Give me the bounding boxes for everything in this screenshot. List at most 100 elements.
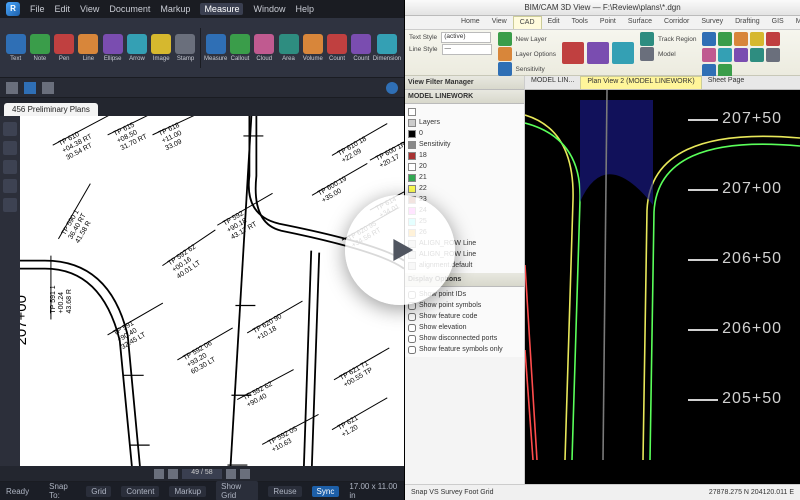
snap-sync[interactable]: Sync: [312, 486, 340, 497]
menu-help[interactable]: Help: [295, 4, 314, 14]
ribbon-tab-view[interactable]: View: [486, 16, 513, 29]
ribbon-tab-survey[interactable]: Survey: [695, 16, 729, 29]
rb-tool-2-icon[interactable]: [718, 32, 732, 46]
rb-tool-7-icon[interactable]: [718, 48, 732, 62]
view-tab[interactable]: MODEL LIN...: [525, 76, 580, 89]
ribbon-tab-home[interactable]: Home: [455, 16, 486, 29]
snap-grid[interactable]: Grid: [86, 486, 111, 497]
layer-item[interactable]: [408, 106, 521, 117]
model-icon[interactable]: [640, 47, 654, 61]
align-left-icon[interactable]: [6, 82, 18, 94]
ribbon-volume-button[interactable]: Volume: [301, 28, 324, 68]
layers-panel-header[interactable]: MODEL LINEWORK: [405, 90, 524, 104]
ribbon-tab-map[interactable]: Map: [790, 16, 800, 29]
rb-tool-8-icon[interactable]: [734, 48, 748, 62]
ribbon-tab-point[interactable]: Point: [594, 16, 622, 29]
ribbon-count-button[interactable]: Count: [350, 28, 373, 68]
layer-item[interactable]: Sensitivity: [408, 139, 521, 150]
ribbon-tab-gis[interactable]: GIS: [766, 16, 790, 29]
text-style-combo[interactable]: (active): [441, 32, 491, 43]
rb-tool-10-icon[interactable]: [766, 48, 780, 62]
left-document-canvas[interactable]: TP 610+04.38 RT30.54 RTTP 615+08.5031.70…: [20, 116, 404, 466]
display-option[interactable]: Show feature symbols only: [408, 344, 521, 355]
strip-thumb-icon[interactable]: [3, 141, 17, 155]
ribbon-callout-button[interactable]: Callout: [228, 28, 251, 68]
ribbon-text-button[interactable]: Text: [4, 28, 27, 68]
menu-file[interactable]: File: [30, 4, 45, 14]
sensitivity-icon[interactable]: [498, 62, 512, 76]
ribbon-cloud-button[interactable]: Cloud: [253, 28, 276, 68]
display-option-checkbox[interactable]: [408, 346, 416, 354]
ribbon-tab-edit[interactable]: Edit: [542, 16, 566, 29]
display-option-checkbox[interactable]: [408, 313, 416, 321]
rb-tool-6-icon[interactable]: [702, 48, 716, 62]
snap-content[interactable]: Content: [121, 486, 159, 497]
snap-reuse[interactable]: Reuse: [268, 486, 301, 497]
ribbon-note-button[interactable]: Note: [28, 28, 51, 68]
ribbon-measure-button[interactable]: Measure: [204, 28, 227, 68]
rb-tool-4-icon[interactable]: [750, 32, 764, 46]
line-style-combo[interactable]: —: [442, 44, 492, 55]
nav-next-icon[interactable]: [226, 469, 236, 479]
ribbon-tab-tools[interactable]: Tools: [566, 16, 594, 29]
ribbon-area-button[interactable]: Area: [277, 28, 300, 68]
layer-item[interactable]: 0: [408, 128, 521, 139]
rb-tool-3-icon[interactable]: [734, 32, 748, 46]
font-icon[interactable]: [42, 82, 54, 94]
display-option[interactable]: Show disconnected ports: [408, 333, 521, 344]
layer-item[interactable]: 22: [408, 183, 521, 194]
right-3d-canvas[interactable]: 207+50207+00206+50206+00205+50: [525, 90, 800, 484]
ribbon-tab-drafting[interactable]: Drafting: [729, 16, 766, 29]
layer-options-icon[interactable]: [498, 47, 512, 61]
view-tab[interactable]: Plan View 2 (MODEL LINEWORK): [580, 76, 701, 89]
play-button[interactable]: [345, 195, 455, 305]
ribbon-tab-corridor[interactable]: Corridor: [658, 16, 695, 29]
ribbon-tab-cad[interactable]: CAD: [513, 16, 542, 29]
ribbon-dimension-button[interactable]: Dimension: [374, 28, 400, 68]
rb-leader-icon[interactable]: [587, 42, 609, 64]
menu-window[interactable]: Window: [253, 4, 285, 14]
display-option[interactable]: Show point symbols: [408, 300, 521, 311]
new-layer-icon[interactable]: [498, 32, 512, 46]
menu-measure[interactable]: Measure: [200, 3, 243, 15]
rb-text-icon[interactable]: [612, 42, 634, 64]
rb-tool-1-icon[interactable]: [702, 32, 716, 46]
rb-tool-5-icon[interactable]: [766, 32, 780, 46]
display-option[interactable]: Show feature code: [408, 311, 521, 322]
track-region-icon[interactable]: [640, 32, 654, 46]
menu-document[interactable]: Document: [109, 4, 150, 14]
strip-search-icon[interactable]: [3, 179, 17, 193]
ribbon-count-button[interactable]: Count: [325, 28, 348, 68]
nav-first-icon[interactable]: [154, 469, 164, 479]
view-tab[interactable]: Sheet Page: [702, 76, 751, 89]
ribbon-pen-button[interactable]: Pen: [53, 28, 76, 68]
layer-item[interactable]: 21: [408, 172, 521, 183]
ribbon-ellipse-button[interactable]: Ellipse: [101, 28, 124, 68]
layer-item[interactable]: Layers: [408, 117, 521, 128]
ribbon-stamp-button[interactable]: Stamp: [174, 28, 197, 68]
nav-prev-icon[interactable]: [168, 469, 178, 479]
view-filter-header[interactable]: View Filter Manager: [405, 76, 524, 90]
page-input[interactable]: 49 / 58: [182, 469, 222, 479]
strip-props-icon[interactable]: [3, 198, 17, 212]
ribbon-image-button[interactable]: Image: [150, 28, 173, 68]
strip-bookmark-icon[interactable]: [3, 160, 17, 174]
display-option[interactable]: Show elevation: [408, 322, 521, 333]
layer-item[interactable]: 18: [408, 150, 521, 161]
snap-markup[interactable]: Markup: [169, 486, 206, 497]
menu-edit[interactable]: Edit: [55, 4, 71, 14]
ribbon-arrow-button[interactable]: Arrow: [125, 28, 148, 68]
strip-layers-icon[interactable]: [3, 122, 17, 136]
display-option-checkbox[interactable]: [408, 335, 416, 343]
ribbon-tab-surface[interactable]: Surface: [622, 16, 658, 29]
snap-showgrid[interactable]: Show Grid: [216, 481, 258, 500]
rb-dim-icon[interactable]: [562, 42, 584, 64]
ribbon-line-button[interactable]: Line: [77, 28, 100, 68]
doc-tab[interactable]: 456 Preliminary Plans: [4, 103, 98, 116]
rb-tool-9-icon[interactable]: [750, 48, 764, 62]
display-option-checkbox[interactable]: [408, 324, 416, 332]
layer-item[interactable]: 20: [408, 161, 521, 172]
menu-markup[interactable]: Markup: [160, 4, 190, 14]
menu-view[interactable]: View: [80, 4, 99, 14]
align-center-icon[interactable]: [24, 82, 36, 94]
